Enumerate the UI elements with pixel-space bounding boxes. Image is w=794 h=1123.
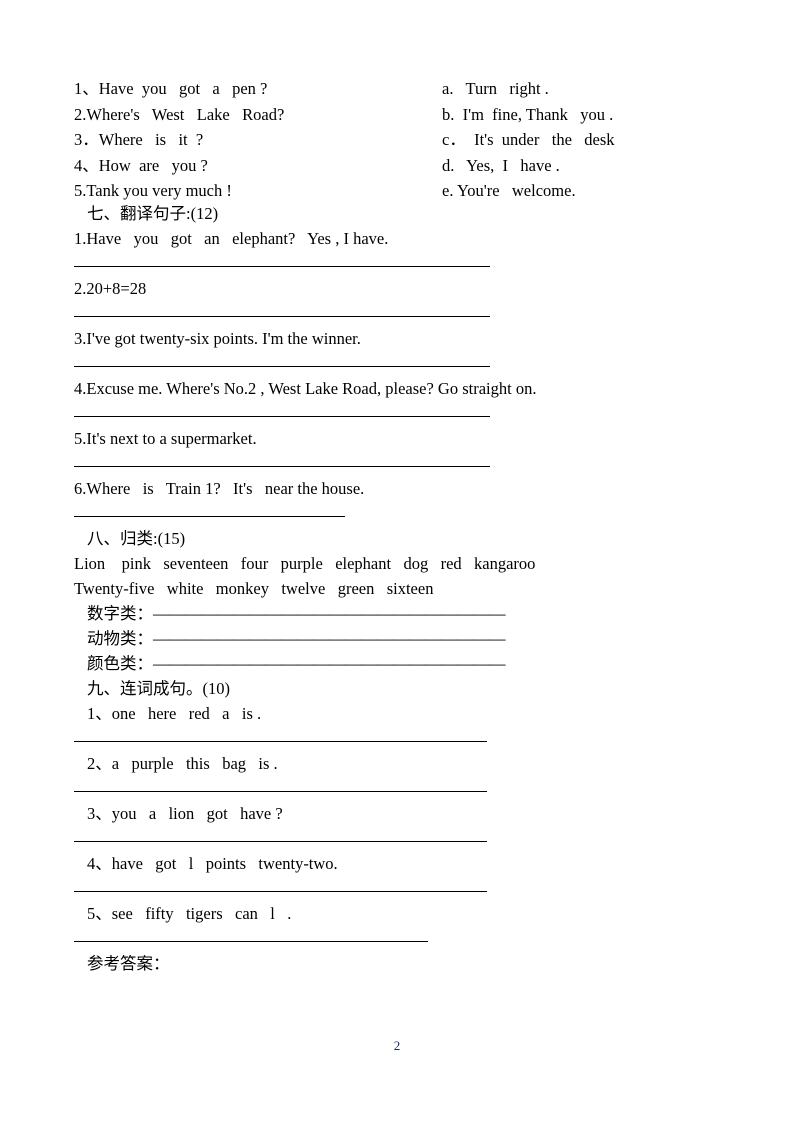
matching-left-column: 1、Have you got a pen ? 2.Where's West La… (74, 76, 284, 204)
matching-exercise: 1、Have you got a pen ? 2.Where's West La… (74, 76, 714, 201)
word-order-item-3: 3、you a lion got have ? (87, 804, 283, 823)
translation-item-2: 2.20+8=28 (74, 279, 147, 298)
word-order-item-5: 5、see fifty tigers can l . (87, 904, 292, 923)
matching-right-item: d. Yes, I have . (442, 155, 560, 175)
matching-right-item: c． It's under the desk (442, 130, 615, 149)
matching-right-item: b. I'm fine, Thank you . (442, 104, 614, 124)
page-number: 2 (393, 1038, 401, 1053)
section-eight-heading: 八、归类:(15) (87, 529, 186, 548)
matching-right-item: e. You're welcome. (442, 181, 576, 200)
answer-line[interactable] (74, 316, 490, 317)
category-label: 数字类： (87, 604, 153, 623)
page-content: 1、Have you got a pen ? 2.Where's West La… (74, 76, 714, 976)
answer-line[interactable] (74, 416, 490, 417)
category-label: 颜色类： (87, 654, 153, 673)
matching-left-item: 2.Where's West Lake Road? (74, 104, 285, 124)
matching-left-item: 5.Tank you very much ! (74, 181, 232, 200)
category-answer-line[interactable]: —————————————————————— (153, 654, 506, 673)
category-row-animals: 动物类：—————————————————————— (87, 626, 714, 651)
matching-right-item: a. Turn right . (442, 79, 549, 98)
word-order-item-1: 1、one here red a is . (87, 704, 262, 723)
answer-line[interactable] (74, 366, 490, 367)
translation-item-1: 1.Have you got an elephant? Yes , I have… (74, 229, 389, 248)
matching-left-item: 1、Have you got a pen ? (74, 79, 268, 98)
answer-line[interactable] (74, 841, 487, 842)
word-order-item-4: 4、have got l points twenty-two. (87, 854, 338, 873)
category-row-numbers: 数字类：—————————————————————— (87, 601, 714, 626)
word-bank-line: Lion pink seventeen four purple elephant… (74, 554, 536, 573)
translation-item-4: 4.Excuse me. Where's No.2 , West Lake Ro… (74, 379, 537, 398)
answer-line[interactable] (74, 891, 487, 892)
answer-line[interactable] (74, 516, 345, 517)
category-row-colors: 颜色类：—————————————————————— (87, 651, 714, 676)
answer-line[interactable] (74, 266, 490, 267)
answer-line[interactable] (74, 941, 428, 942)
section-nine-heading: 九、连词成句。(10) (87, 679, 230, 698)
category-answer-line[interactable]: —————————————————————— (153, 604, 506, 623)
section-seven-heading: 七、翻译句子:(12) (87, 204, 219, 223)
matching-right-column: a. Turn right . b. I'm fine, Thank you .… (442, 76, 615, 204)
word-order-item-2: 2、a purple this bag is . (87, 754, 278, 773)
answer-line[interactable] (74, 466, 490, 467)
answers-label: 参考答案： (87, 954, 170, 973)
answer-line[interactable] (74, 791, 487, 792)
category-label: 动物类： (87, 629, 153, 648)
matching-left-item: 3．Where is it ? (74, 130, 204, 149)
translation-item-6: 6.Where is Train 1? It's near the house. (74, 479, 365, 498)
answer-line[interactable] (74, 741, 487, 742)
matching-left-item: 4、How are you ? (74, 155, 208, 175)
translation-item-5: 5.It's next to a supermarket. (74, 429, 257, 448)
word-bank-line: Twenty-five white monkey twelve green si… (74, 579, 434, 598)
translation-item-3: 3.I've got twenty-six points. I'm the wi… (74, 329, 361, 348)
category-answer-line[interactable]: —————————————————————— (153, 629, 506, 648)
worksheet-page: 1、Have you got a pen ? 2.Where's West La… (0, 0, 794, 1123)
